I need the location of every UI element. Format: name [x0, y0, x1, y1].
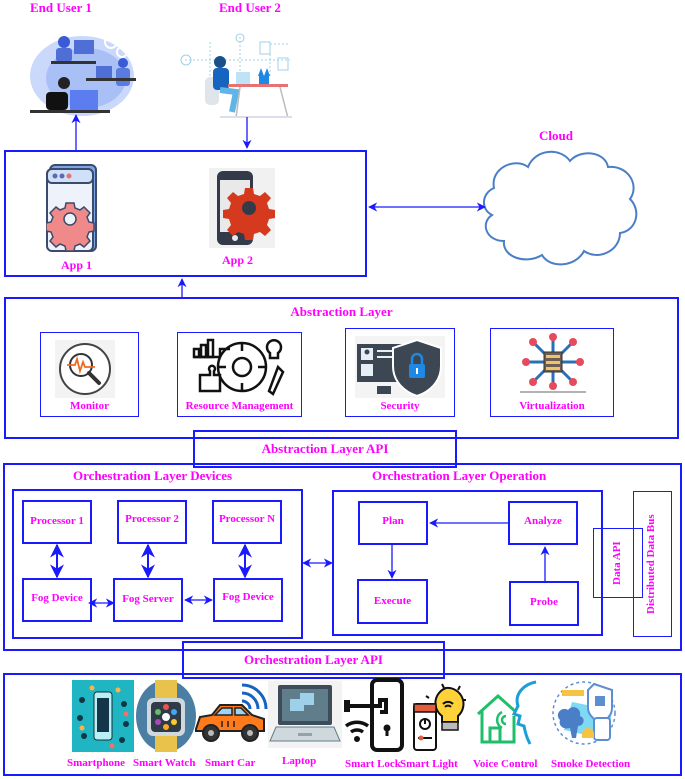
voice-control-icon [476, 680, 537, 745]
probe-label: Probe [530, 596, 558, 608]
end-user-1-label: End User 1 [30, 0, 92, 15]
magnifier-pulse-icon [55, 340, 115, 398]
processor-n-label: Processor N [218, 513, 276, 525]
phone-gear-icon [209, 168, 275, 248]
resource-gear-icon [192, 338, 285, 396]
orchestration-devices-title: Orchestration Layer Devices [73, 468, 233, 483]
person-at-laptop-icon [180, 33, 292, 119]
smart-car-icon [195, 683, 268, 742]
smart-watch-icon [136, 680, 196, 752]
cloud-label: Cloud [539, 128, 573, 143]
orchestration-operation-title: Orchestration Layer Operation [372, 468, 547, 483]
app-2-label: App 2 [222, 253, 254, 267]
laptop-icon [268, 681, 342, 748]
orchestration-layer-api-label: Orchestration Layer API [244, 652, 383, 667]
monitor-label: Monitor [69, 400, 110, 412]
fog-device-2-label: Fog Device [222, 591, 274, 603]
laptop-label: Laptop [282, 755, 317, 767]
smart-lock-icon [344, 678, 404, 752]
resource-management-label: Resource Management [185, 400, 294, 412]
smart-light-icon [413, 683, 466, 751]
smoke-detection-label: Smoke Detection [551, 758, 631, 770]
abstraction-layer-api-label: Abstraction Layer API [261, 441, 389, 456]
end-user-2-label: End User 2 [219, 0, 281, 15]
app-window-gear-icon [46, 164, 97, 252]
shield-lock-icon [355, 336, 445, 398]
smartphone-label: Smartphone [67, 757, 126, 769]
fog-server-label: Fog Server [122, 593, 174, 605]
voice-control-label: Voice Control [473, 758, 538, 770]
people-at-desks-icon [30, 35, 136, 116]
cloud-icon [483, 151, 638, 266]
fog-device-1-label: Fog Device [31, 592, 83, 604]
app-1-label: App 1 [61, 258, 93, 272]
analyze-label: Analyze [524, 515, 562, 527]
smart-light-label: Smart Light [400, 758, 458, 770]
smoke-detection-icon [552, 681, 616, 745]
distributed-data-bus-label: Distributed Data Bus [645, 514, 657, 614]
data-api-label: Data API [611, 541, 623, 585]
processor-2-label: Processor 2 [125, 513, 179, 525]
plan-label: Plan [382, 515, 404, 527]
smart-lock-label: Smart Lock [345, 758, 401, 770]
smartphone-icon [72, 680, 134, 752]
server-network-icon [520, 333, 586, 393]
processor-1-label: Processor 1 [30, 515, 84, 527]
abstraction-layer-title: Abstraction Layer [290, 304, 393, 319]
smart-watch-label: Smart Watch [133, 757, 196, 769]
security-label: Security [380, 400, 420, 412]
execute-label: Execute [373, 595, 412, 607]
smart-car-label: Smart Car [205, 757, 256, 769]
virtualization-label: Virtualization [519, 400, 585, 412]
